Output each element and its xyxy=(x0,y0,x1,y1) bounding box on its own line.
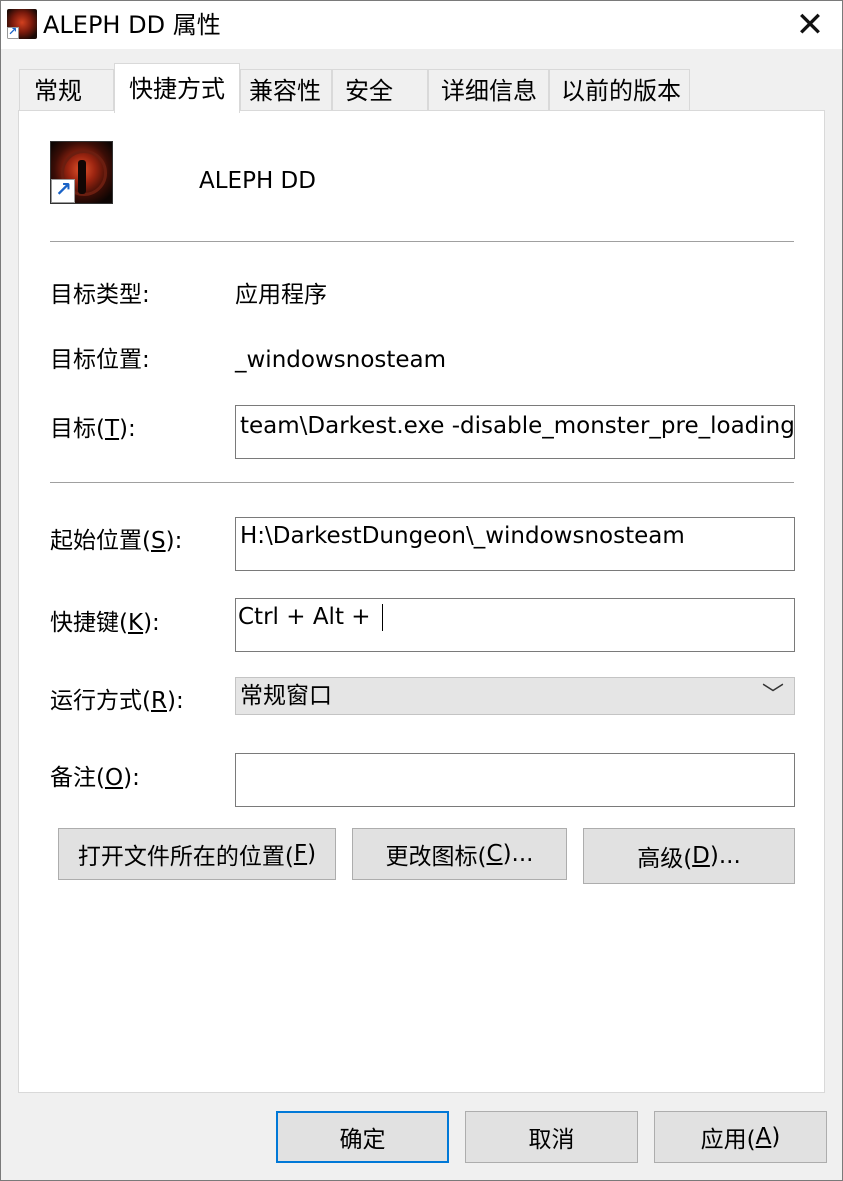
tab-general[interactable]: 常规 xyxy=(19,69,114,111)
title-bar[interactable]: ALEPH DD 属性 ✕ xyxy=(1,1,842,49)
apply-button[interactable]: 应用(A) xyxy=(654,1111,827,1163)
change-icon-button[interactable]: 更改图标(C)... xyxy=(352,828,567,880)
comment-label: 备注(O): xyxy=(50,765,140,791)
tab-details[interactable]: 详细信息 xyxy=(428,69,549,111)
ok-button[interactable]: 确定 xyxy=(276,1111,449,1163)
divider xyxy=(50,482,794,483)
run-label: 运行方式(R): xyxy=(50,688,184,714)
target-value: team\Darkest.exe -disable_monster_pre_lo… xyxy=(240,413,795,439)
cancel-button[interactable]: 取消 xyxy=(465,1111,638,1163)
start-in-field[interactable]: H:\DarkestDungeon\_windowsnosteam xyxy=(235,517,795,571)
tab-security[interactable]: 安全 xyxy=(332,69,428,111)
tab-previous-versions[interactable]: 以前的版本 xyxy=(549,69,690,111)
target-label: 目标(T): xyxy=(50,416,136,442)
text-caret xyxy=(381,604,383,631)
advanced-button[interactable]: 高级(D)... xyxy=(583,828,795,884)
darkest-dungeon-app-icon xyxy=(50,141,113,204)
close-icon: ✕ xyxy=(795,5,825,45)
open-file-location-button[interactable]: 打开文件所在的位置(F) xyxy=(58,828,336,880)
divider xyxy=(50,241,794,242)
shortcut-arrow-icon xyxy=(7,25,19,39)
close-button[interactable]: ✕ xyxy=(778,1,842,49)
hotkey-field[interactable]: Ctrl + Alt + xyxy=(235,598,795,652)
target-location-value: _windowsnosteam xyxy=(235,347,447,373)
tab-shortcut[interactable]: 快捷方式 xyxy=(114,63,240,113)
hotkey-value: Ctrl + Alt + xyxy=(238,604,378,630)
window-title: ALEPH DD 属性 xyxy=(43,11,221,39)
app-icon xyxy=(7,9,37,39)
target-field[interactable]: team\Darkest.exe -disable_monster_pre_lo… xyxy=(235,405,795,459)
run-mode-value: 常规窗口 xyxy=(240,683,332,709)
comment-field[interactable] xyxy=(235,753,795,807)
target-type-value: 应用程序 xyxy=(235,282,327,308)
properties-dialog: ALEPH DD 属性 ✕ 常规 快捷方式 兼容性 安全 详细信息 以前的版本 … xyxy=(0,0,843,1181)
run-mode-select[interactable]: 常规窗口 ﹀ xyxy=(235,677,795,715)
target-location-label: 目标位置: xyxy=(50,347,150,373)
shortcut-arrow-icon xyxy=(51,177,75,203)
start-in-value: H:\DarkestDungeon\_windowsnosteam xyxy=(240,523,685,549)
target-type-label: 目标类型: xyxy=(50,282,150,308)
shortcut-name: ALEPH DD xyxy=(199,168,316,194)
start-in-label: 起始位置(S): xyxy=(50,528,183,554)
tab-compatibility[interactable]: 兼容性 xyxy=(240,69,332,111)
hotkey-label: 快捷键(K): xyxy=(50,610,160,636)
tab-strip: 常规 快捷方式 兼容性 安全 详细信息 以前的版本 xyxy=(19,63,839,113)
chevron-down-icon: ﹀ xyxy=(761,683,784,708)
